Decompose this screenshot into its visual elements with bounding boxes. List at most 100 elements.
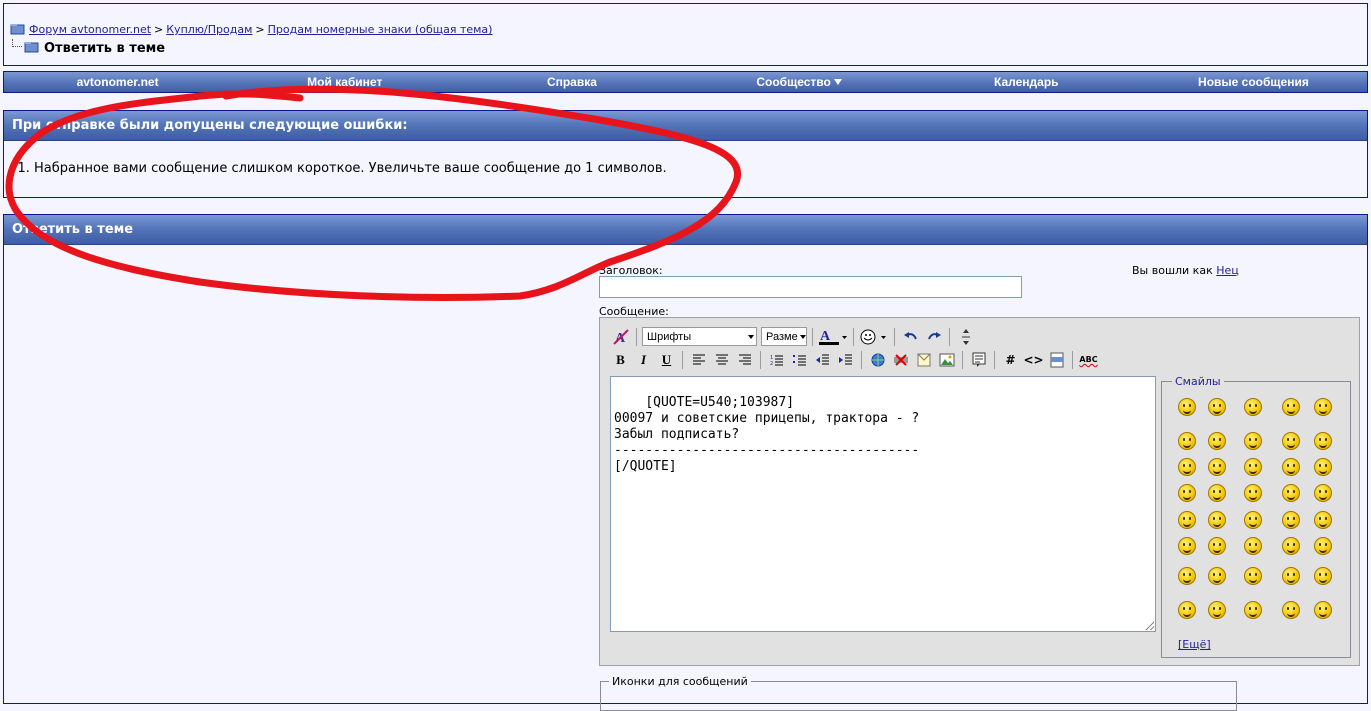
nav-community[interactable]: Сообщество	[686, 75, 913, 89]
smilie-icon[interactable]	[1208, 432, 1226, 450]
smilie-icon[interactable]	[1208, 537, 1226, 555]
smilie-icon[interactable]	[1178, 458, 1196, 476]
smilie-icon[interactable]	[1208, 484, 1226, 502]
smilie-icon[interactable]	[1282, 567, 1300, 585]
smilie-icon[interactable]	[1178, 511, 1196, 529]
navbar: avtonomer.net Мой кабинет Справка Сообще…	[3, 71, 1368, 93]
unordered-list-icon[interactable]	[789, 349, 810, 370]
redo-icon[interactable]	[923, 326, 944, 347]
smilie-icon[interactable]	[1178, 601, 1196, 619]
smilie-icon[interactable]	[1314, 398, 1332, 416]
nav-my-account[interactable]: Мой кабинет	[231, 75, 458, 89]
smilies-box: Смайлы [Ещё]	[1161, 375, 1351, 658]
nav-calendar[interactable]: Календарь	[913, 75, 1140, 89]
smilie-icon[interactable]	[1208, 511, 1226, 529]
align-right-icon[interactable]	[734, 349, 755, 370]
dropdown-arrow-icon	[833, 79, 842, 85]
insert-image-icon[interactable]	[936, 349, 957, 370]
smilie-icon[interactable]	[1314, 484, 1332, 502]
smilie-icon[interactable]	[1282, 511, 1300, 529]
smilie-icon[interactable]	[1244, 537, 1262, 555]
indent-icon[interactable]	[835, 349, 856, 370]
editor: A Шрифты Разме A B I U 12	[599, 317, 1360, 666]
toolbar-separator	[853, 327, 854, 346]
forum-folder-icon	[10, 24, 25, 35]
smilie-icon[interactable]	[1208, 567, 1226, 585]
resize-grip-icon[interactable]	[1145, 621, 1154, 630]
resize-editor-icon[interactable]	[955, 326, 976, 347]
insert-email-icon[interactable]	[913, 349, 934, 370]
smilie-icon[interactable]	[1208, 601, 1226, 619]
reply-panel-title: Ответить в теме	[4, 215, 1367, 245]
message-text: [QUOTE=U540;103987] 00097 и советские пр…	[614, 395, 920, 474]
message-textarea[interactable]: [QUOTE=U540;103987] 00097 и советские пр…	[610, 376, 1156, 632]
nav-help[interactable]: Справка	[458, 75, 685, 89]
smilie-icon[interactable]	[1244, 398, 1262, 416]
breadcrumb-separator: >	[154, 23, 164, 36]
underline-button[interactable]: U	[656, 349, 677, 370]
smilie-icon[interactable]	[1178, 567, 1196, 585]
quote-icon[interactable]	[968, 349, 989, 370]
outdent-icon[interactable]	[812, 349, 833, 370]
wrap-html-button[interactable]: <>	[1023, 349, 1044, 370]
smilie-icon[interactable]	[1178, 398, 1196, 416]
smilie-icon[interactable]	[1244, 601, 1262, 619]
insert-link-icon[interactable]	[867, 349, 888, 370]
ordered-list-icon[interactable]: 12	[766, 349, 787, 370]
smilie-icon[interactable]	[1178, 432, 1196, 450]
smilie-icon[interactable]	[1314, 567, 1332, 585]
smilie-icon[interactable]	[1208, 458, 1226, 476]
smilie-icon[interactable]	[1282, 458, 1300, 476]
remove-format-icon[interactable]: A	[610, 326, 631, 347]
smilie-icon[interactable]	[1244, 484, 1262, 502]
error-item: Набранное вами сообщение слишком коротко…	[34, 161, 667, 176]
nav-home[interactable]: avtonomer.net	[4, 75, 231, 89]
smilie-icon[interactable]	[1314, 601, 1332, 619]
breadcrumb-box: Форум avtonomer.net > Куплю/Продам > Продам …	[3, 3, 1368, 66]
smilie-icon[interactable]	[1314, 537, 1332, 555]
nav-new-posts[interactable]: Новые сообщения	[1140, 75, 1367, 89]
smilie-icon[interactable]	[1208, 398, 1226, 416]
smilie-icon[interactable]	[1314, 458, 1332, 476]
smilie-icon[interactable]	[1244, 567, 1262, 585]
breadcrumb-separator: >	[255, 23, 265, 36]
bold-button[interactable]: B	[610, 349, 631, 370]
folder-icon	[24, 42, 39, 53]
undo-icon[interactable]	[900, 326, 921, 347]
align-center-icon[interactable]	[711, 349, 732, 370]
breadcrumb-link-buy-sell[interactable]: Куплю/Продам	[166, 23, 252, 36]
toolbar-separator	[1072, 350, 1073, 369]
toolbar-separator	[994, 350, 995, 369]
remove-link-icon[interactable]	[890, 349, 911, 370]
breadcrumb-link-thread[interactable]: Продам номерные знаки (общая тема)	[268, 23, 493, 36]
wrap-php-icon[interactable]	[1046, 349, 1067, 370]
italic-button[interactable]: I	[633, 349, 654, 370]
title-input[interactable]	[599, 276, 1022, 298]
error-list: Набранное вами сообщение слишком коротко…	[34, 161, 667, 176]
editor-toolbar-top: A Шрифты Разме A	[610, 326, 976, 347]
smilie-icon[interactable]	[1314, 511, 1332, 529]
username-link[interactable]: Нец	[1216, 264, 1239, 277]
align-left-icon[interactable]	[688, 349, 709, 370]
spellcheck-button[interactable]: ABC	[1078, 349, 1099, 370]
font-select[interactable]: Шрифты	[642, 327, 757, 346]
more-smilies-link[interactable]: [Ещё]	[1178, 638, 1211, 651]
smilie-icon[interactable]	[1244, 432, 1262, 450]
smilie-icon[interactable]	[1282, 398, 1300, 416]
smilie-icon[interactable]	[1244, 458, 1262, 476]
size-select[interactable]: Разме	[761, 327, 807, 346]
smilie-icon[interactable]	[1282, 484, 1300, 502]
smilie-icon[interactable]	[1282, 537, 1300, 555]
smilie-icon[interactable]	[1178, 484, 1196, 502]
post-icons-box: Иконки для сообщений	[600, 675, 1237, 711]
wrap-code-hash-button[interactable]: #	[1000, 349, 1021, 370]
breadcrumb-link-forum[interactable]: Форум avtonomer.net	[29, 23, 151, 36]
text-color-button[interactable]: A	[818, 326, 848, 347]
smilie-icon[interactable]	[1178, 537, 1196, 555]
toolbar-separator	[962, 350, 963, 369]
smilie-icon[interactable]	[1282, 432, 1300, 450]
smilie-icon[interactable]	[1244, 511, 1262, 529]
smilie-icon[interactable]	[1282, 601, 1300, 619]
smilie-menu-button[interactable]	[859, 326, 889, 347]
smilie-icon[interactable]	[1314, 432, 1332, 450]
